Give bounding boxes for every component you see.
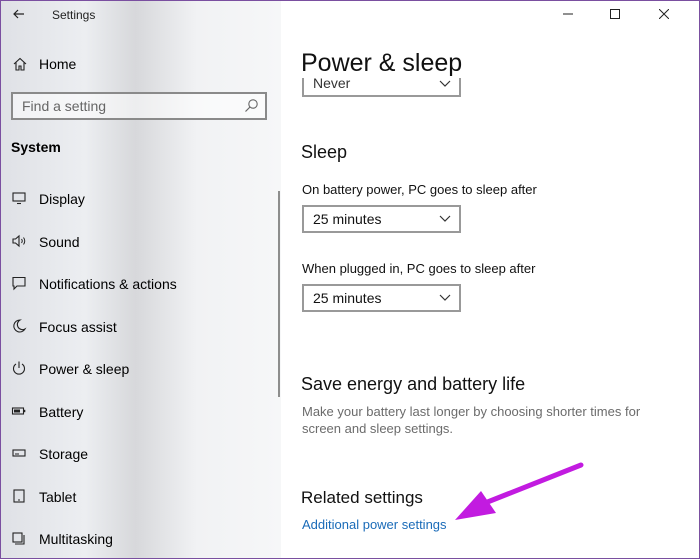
sidebar-item-tablet[interactable]: Tablet [1,475,281,517]
sidebar-item-label: Battery [39,404,84,420]
main-content: Power & sleep Never Sleep On battery pow… [281,1,699,558]
multitasking-icon [12,532,25,545]
search-icon[interactable] [243,98,259,114]
title-bar: Settings [1,1,281,29]
sidebar-scrollbar[interactable] [278,191,280,397]
chevron-down-icon [439,294,451,301]
sleep-heading: Sleep [301,142,348,162]
window-controls [551,1,699,29]
chevron-down-icon [439,215,451,222]
sidebar-item-sound[interactable]: Sound [1,220,281,262]
plugged-sleep-dropdown[interactable]: 25 minutes [302,284,461,312]
maximize-icon [610,9,620,19]
display-icon [12,192,26,205]
sidebar-item-label: Multitasking [39,531,113,547]
app-title: Settings [52,8,96,22]
page-title: Power & sleep [301,48,469,78]
back-arrow-icon [13,9,24,19]
search-input[interactable] [13,94,233,118]
save-energy-description: Make your battery last longer by choosin… [302,404,641,436]
minimize-button[interactable] [553,3,583,25]
dropdown-value: 25 minutes [313,211,382,227]
sidebar-item-label: Tablet [39,489,77,505]
sidebar-item-label: Display [39,191,85,207]
sidebar-item-label: Storage [39,446,89,462]
additional-power-settings-link[interactable]: Additional power settings [302,517,447,532]
dropdown-value: 25 minutes [313,290,382,306]
sidebar-item-home[interactable]: Home [1,51,281,77]
chevron-down-icon [439,80,451,87]
home-icon [13,57,27,71]
sidebar-item-power-sleep[interactable]: Power & sleep [1,347,281,389]
sidebar-item-label: Power & sleep [39,361,130,377]
speaker-icon [12,234,26,248]
sidebar-item-multitasking[interactable]: Multitasking [1,517,281,558]
close-icon [659,9,669,19]
sidebar-item-storage[interactable]: Storage [1,432,281,474]
related-settings-heading: Related settings [301,488,423,507]
storage-icon [12,449,26,457]
notifications-icon [12,276,26,291]
power-icon [12,361,26,375]
save-energy-heading: Save energy and battery life [301,374,526,394]
sidebar-item-display[interactable]: Display [1,177,281,219]
sidebar-item-notifications[interactable]: Notifications & actions [1,262,281,304]
sidebar-item-label: Notifications & actions [39,276,177,292]
tablet-icon [13,489,25,503]
battery-sleep-dropdown[interactable]: 25 minutes [302,205,461,233]
back-button[interactable] [7,3,31,25]
plugged-sleep-label: When plugged in, PC goes to sleep after [302,261,536,276]
sidebar-item-label: Sound [39,234,80,250]
battery-sleep-label: On battery power, PC goes to sleep after [302,182,537,197]
section-title: System [11,139,61,155]
close-button[interactable] [649,3,679,25]
sidebar: Settings Home System Display [1,1,281,558]
sidebar-item-label: Focus assist [39,319,117,335]
moon-icon [13,319,27,333]
minimize-icon [563,13,573,15]
battery-icon [11,407,26,415]
search-box[interactable] [11,92,267,120]
sidebar-item-focus-assist[interactable]: Focus assist [1,305,281,347]
sidebar-item-label: Home [39,56,77,72]
maximize-button[interactable] [600,3,630,25]
settings-window: Settings Home System Display [0,0,700,559]
sidebar-item-battery[interactable]: Battery [1,390,281,432]
